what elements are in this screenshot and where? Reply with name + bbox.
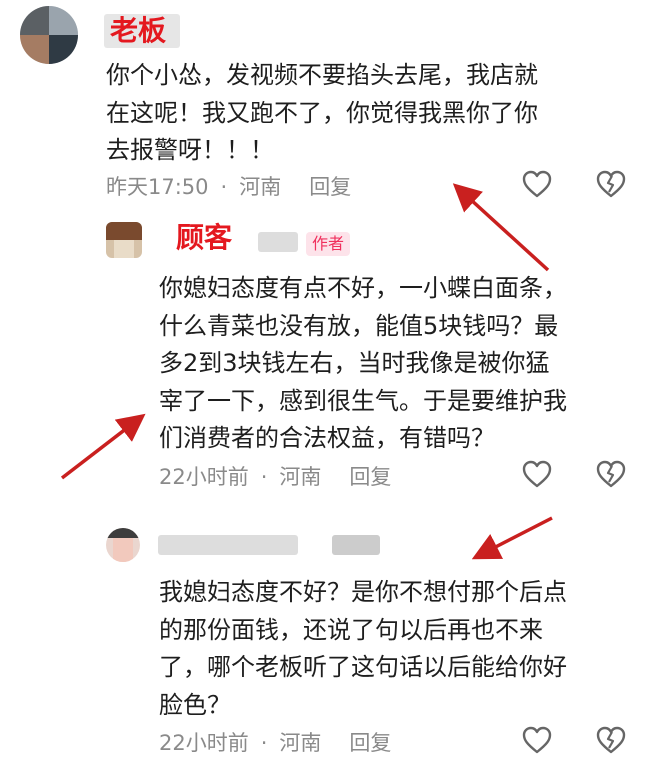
location: 河南 [239,175,282,199]
timestamp: 昨天17:50 [106,175,209,199]
reply-button[interactable]: 回复 [349,464,391,490]
comment-meta: 昨天17:50 · 河南 回复 [106,174,351,200]
avatar[interactable] [20,6,78,64]
comment-text: 你个小怂，发视频不要掐头去尾，我店就 在这呢！我又跑不了，你觉得我黑你了你 去报… [106,61,538,164]
arrow-to-boss-comment [452,183,550,272]
comment-text: 我媳妇态度不好？是你不想付那个后点 的那份面钱，还说了句以后再也不来 了，哪个老… [159,578,567,719]
avatar[interactable] [106,222,142,258]
heart-outline-icon[interactable] [522,170,552,198]
location: 河南 [279,731,322,755]
avatar[interactable] [106,528,140,562]
comment-meta: 22小时前 · 河南 回复 [159,730,391,756]
broken-heart-icon[interactable] [596,726,626,754]
arrow-to-boss-reply [471,516,553,560]
timestamp: 22小时前 [159,465,249,489]
separator: · [260,465,268,489]
location: 河南 [279,465,322,489]
author-badge: 作者 [306,232,351,256]
blurred-username [258,232,298,252]
username-label: 老板 [110,14,167,47]
blurred-username [332,535,380,555]
username-label: 顾客 [176,221,233,254]
heart-outline-icon[interactable] [522,726,552,754]
broken-heart-icon[interactable] [596,460,626,488]
heart-outline-icon[interactable] [522,460,552,488]
blurred-username [158,535,298,555]
comment-meta: 22小时前 · 河南 回复 [159,464,391,490]
reply-button[interactable]: 回复 [349,730,391,756]
broken-heart-icon[interactable] [596,170,626,198]
reply-button[interactable]: 回复 [309,174,351,200]
separator: · [220,175,228,199]
comment-thread: 老板 你个小怂，发视频不要掐头去尾，我店就 在这呢！我又跑不了，你觉得我黑你了你… [0,0,660,768]
arrow-to-customer-comment [60,413,146,480]
separator: · [260,731,268,755]
timestamp: 22小时前 [159,731,249,755]
comment-text: 你媳妇态度有点不好，一小蝶白面条， 什么青菜也没有放，能值5块钱吗？最 多2到3… [159,274,567,452]
